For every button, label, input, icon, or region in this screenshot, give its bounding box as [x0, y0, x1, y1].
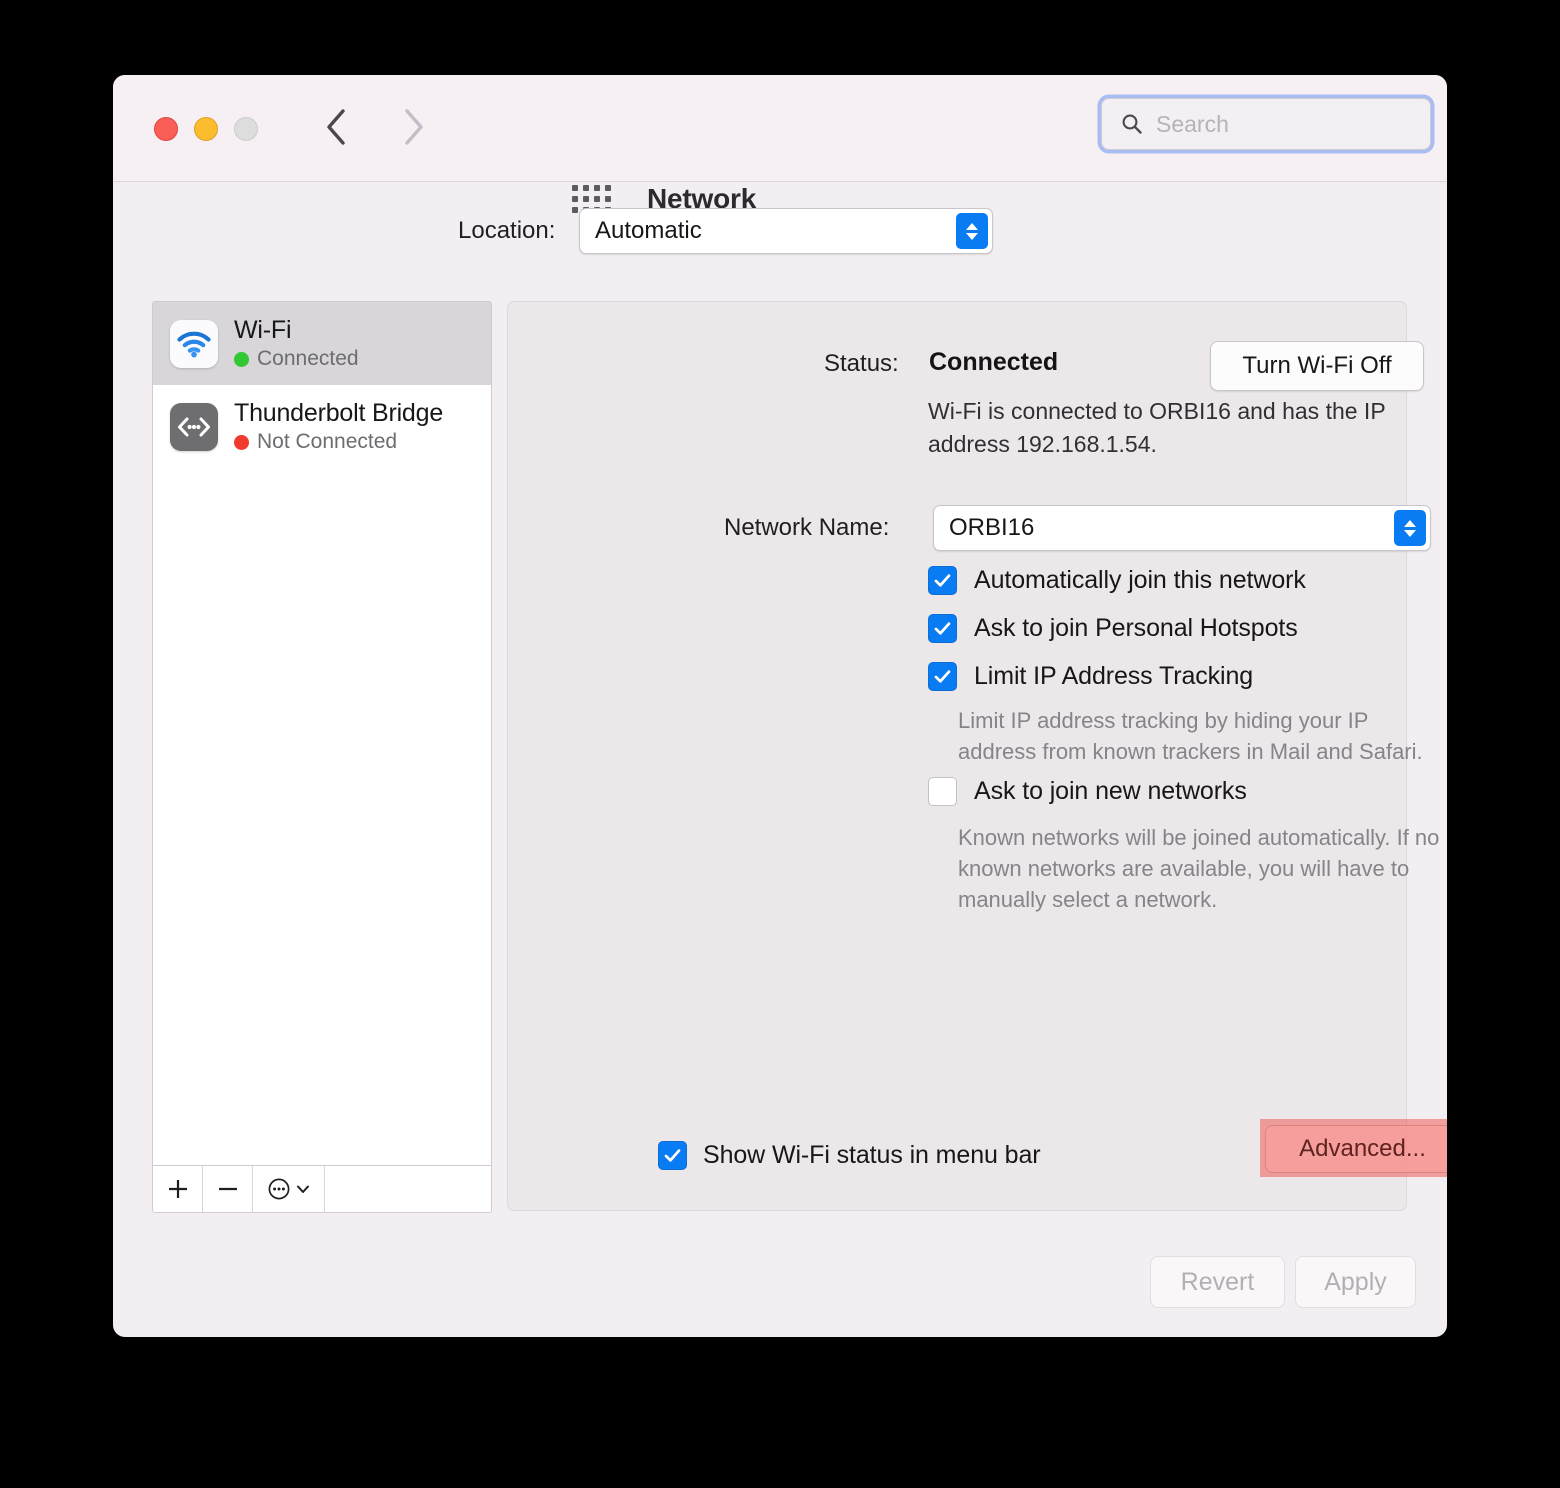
wifi-settings-panel: Status: Connected Turn Wi-Fi Off Wi-Fi i…: [507, 301, 1407, 1211]
checkbox-label: Show Wi-Fi status in menu bar: [703, 1141, 1041, 1170]
service-list: Wi-Fi Connected: [153, 302, 491, 1165]
sidebar-item-thunderbolt-bridge[interactable]: Thunderbolt Bridge Not Connected: [153, 385, 491, 468]
network-name-label: Network Name:: [724, 514, 889, 542]
wifi-icon: [170, 320, 218, 368]
turn-wifi-off-button[interactable]: Turn Wi-Fi Off: [1210, 341, 1424, 391]
service-status: Connected: [234, 347, 359, 371]
new-networks-help-text: Known networks will be joined automatica…: [958, 823, 1447, 915]
checkbox-label: Ask to join Personal Hotspots: [974, 614, 1298, 643]
checkbox-ask-personal-hotspots[interactable]: Ask to join Personal Hotspots: [928, 614, 1298, 643]
search-icon: [1120, 112, 1144, 136]
service-text: Wi-Fi Connected: [234, 316, 359, 371]
chevron-down-icon: [295, 1181, 311, 1197]
close-button[interactable]: [154, 117, 178, 141]
network-name-stepper-icon[interactable]: [1394, 510, 1426, 546]
checkbox-label: Ask to join new networks: [974, 777, 1247, 806]
checkbox-label: Limit IP Address Tracking: [974, 662, 1253, 691]
search-field[interactable]: [1101, 98, 1431, 150]
status-description: Wi-Fi is connected to ORBI16 and has the…: [928, 395, 1398, 460]
location-select[interactable]: Automatic: [579, 208, 993, 254]
service-status: Not Connected: [234, 430, 443, 454]
apply-button[interactable]: Apply: [1295, 1256, 1416, 1308]
service-status-label: Connected: [257, 347, 359, 371]
service-text: Thunderbolt Bridge Not Connected: [234, 399, 443, 454]
status-value: Connected: [929, 348, 1058, 377]
status-label: Status:: [824, 350, 899, 378]
ellipsis-circle-icon: [267, 1177, 291, 1201]
network-services-sidebar: Wi-Fi Connected: [152, 301, 492, 1213]
checkmark-icon: [928, 566, 957, 595]
location-label: Location:: [458, 217, 555, 245]
service-status-label: Not Connected: [257, 430, 397, 454]
revert-button[interactable]: Revert: [1150, 1256, 1285, 1308]
checkbox-auto-join[interactable]: Automatically join this network: [928, 566, 1306, 595]
add-service-button[interactable]: [153, 1166, 203, 1212]
checkbox-empty-icon: [928, 777, 957, 806]
status-dot-icon: [234, 435, 249, 450]
checkbox-show-wifi-status[interactable]: Show Wi-Fi status in menu bar: [658, 1141, 1041, 1170]
forward-icon[interactable]: [387, 101, 439, 153]
checkbox-limit-ip-tracking[interactable]: Limit IP Address Tracking: [928, 662, 1253, 691]
service-actions-menu-button[interactable]: [253, 1166, 325, 1212]
zoom-button[interactable]: [234, 117, 258, 141]
location-row: Location: Automatic: [113, 181, 1447, 281]
location-value: Automatic: [580, 217, 702, 245]
network-preferences-window: Network Location: Automatic: [113, 75, 1447, 1337]
status-dot-icon: [234, 352, 249, 367]
sidebar-toolbar-spacer: [325, 1166, 491, 1212]
location-stepper-icon[interactable]: [956, 213, 988, 249]
service-name: Wi-Fi: [234, 316, 359, 344]
minimize-button[interactable]: [194, 117, 218, 141]
checkmark-icon: [928, 614, 957, 643]
remove-service-button[interactable]: [203, 1166, 253, 1212]
sidebar-toolbar: [153, 1165, 491, 1212]
limit-ip-help-text: Limit IP address tracking by hiding your…: [958, 706, 1430, 768]
advanced-button[interactable]: Advanced...: [1265, 1125, 1447, 1173]
checkbox-label: Automatically join this network: [974, 566, 1306, 595]
checkmark-icon: [928, 662, 957, 691]
back-icon[interactable]: [311, 101, 363, 153]
sidebar-item-wifi[interactable]: Wi-Fi Connected: [153, 302, 491, 385]
network-name-value: ORBI16: [934, 514, 1034, 542]
network-name-select[interactable]: ORBI16: [933, 505, 1431, 551]
thunderbolt-bridge-icon: [170, 403, 218, 451]
checkbox-ask-new-networks[interactable]: Ask to join new networks: [928, 777, 1247, 806]
search-input[interactable]: [1154, 110, 1420, 139]
service-name: Thunderbolt Bridge: [234, 399, 443, 427]
titlebar: Network: [113, 75, 1447, 182]
checkmark-icon: [658, 1141, 687, 1170]
